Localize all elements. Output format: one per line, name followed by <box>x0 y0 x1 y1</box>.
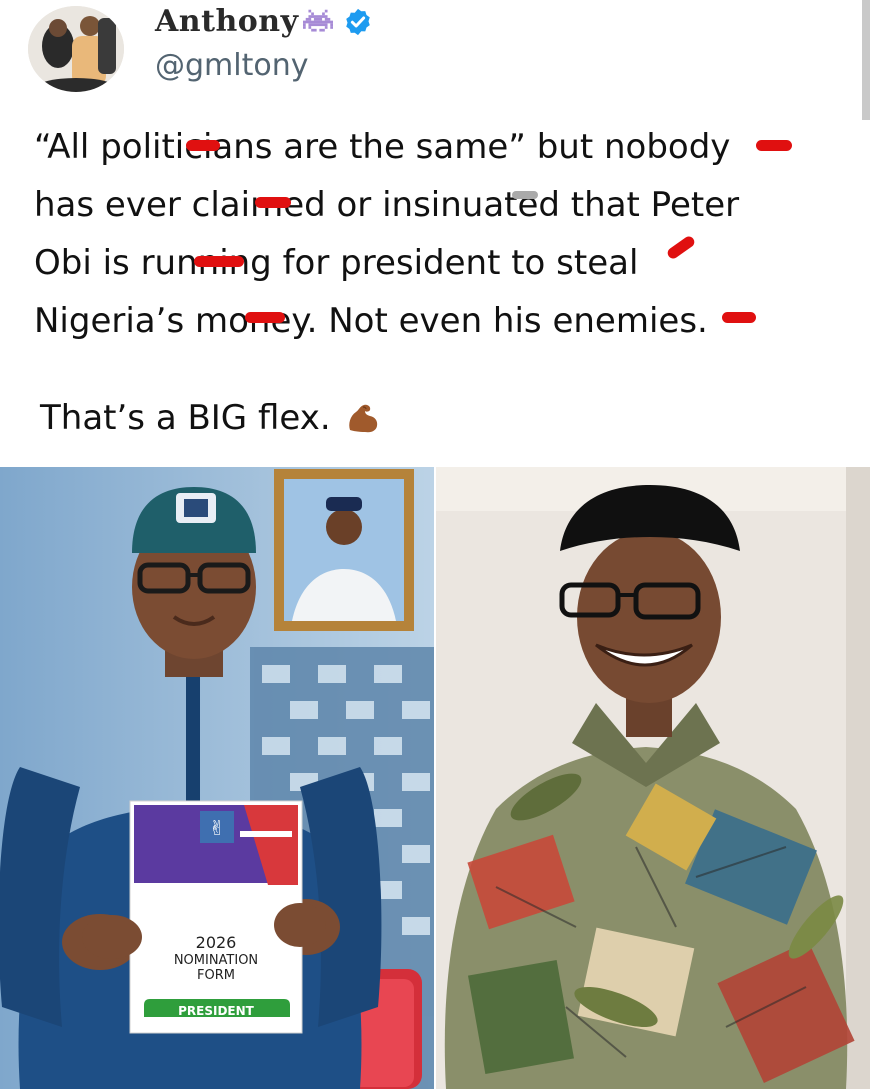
redaction-mark <box>186 140 220 151</box>
display-name[interactable]: Anthony <box>155 4 299 39</box>
flexed-biceps-icon <box>345 400 381 436</box>
verified-badge-icon[interactable] <box>343 7 373 37</box>
redaction-mark <box>194 256 244 267</box>
alien-monster-icon <box>302 7 333 37</box>
form-line2: FORM <box>197 968 235 983</box>
redaction-mark <box>255 197 291 208</box>
form-line1: NOMINATION <box>174 953 258 968</box>
redaction-mark <box>245 312 285 323</box>
flex-line: That’s a BIG flex. <box>40 398 381 438</box>
redaction-mark <box>722 312 756 323</box>
name-row: Anthony <box>155 4 373 39</box>
scrollbar[interactable] <box>862 0 870 120</box>
svg-text:✌: ✌ <box>209 816 226 840</box>
avatar[interactable] <box>28 6 124 92</box>
redaction-mark <box>512 191 538 199</box>
photo-right[interactable] <box>436 467 870 1089</box>
form-role: PRESIDENT <box>178 1004 255 1018</box>
photo-left[interactable]: ✌ 2026 NOMINATION FORM PRESIDENT <box>0 467 434 1089</box>
author-handle[interactable]: @gmltony <box>155 48 309 83</box>
tweet-media[interactable]: ✌ 2026 NOMINATION FORM PRESIDENT <box>0 467 870 1089</box>
form-year: 2026 <box>196 933 237 952</box>
redaction-mark <box>756 140 792 151</box>
flex-text: That’s a BIG flex. <box>40 398 331 438</box>
tweet-header: Anthony @gmltony <box>0 0 870 120</box>
